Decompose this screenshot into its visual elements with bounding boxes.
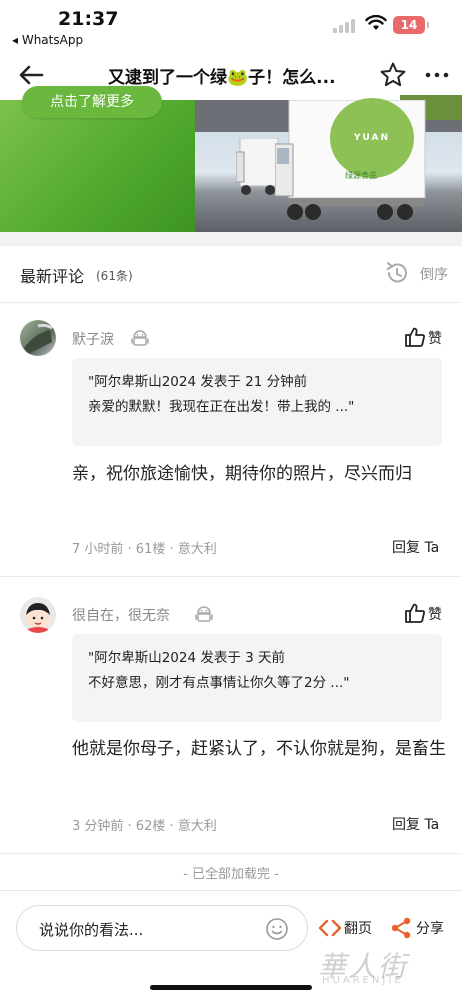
like-label: 赞 bbox=[428, 607, 442, 623]
quote-excerpt: 不好意思，刚才有点事情让你久等了2分 ..." bbox=[88, 675, 350, 691]
page-flip-icon bbox=[318, 919, 342, 937]
comment-input[interactable]: 说说你的看法... bbox=[16, 905, 308, 951]
avatar-photo bbox=[24, 323, 53, 354]
status-bar: 21:37 ◂ WhatsApp 14 bbox=[0, 0, 462, 50]
reply-button[interactable]: 回复 Ta bbox=[392, 537, 439, 557]
like-label: 赞 bbox=[428, 331, 442, 347]
quote-header: "阿尔卑斯山2024 发表于 21 分钟前 bbox=[88, 374, 308, 390]
brand-logo-text: YUAN bbox=[353, 133, 391, 143]
bottom-bar: 说说你的看法... 翻页 分享 華人街 HUARENJIE bbox=[0, 890, 462, 1000]
battery-indicator: 14 bbox=[393, 16, 429, 34]
comment-body: 亲，祝你旅途愉快，期待你的照片，尽兴而归 bbox=[72, 464, 412, 484]
thumbs-up-icon bbox=[405, 327, 425, 347]
avatar-cartoon bbox=[26, 603, 50, 633]
comments-title: 最新评论 bbox=[20, 267, 85, 286]
page-flip-button[interactable]: 翻页 bbox=[318, 917, 380, 941]
comment-input-placeholder: 说说你的看法... bbox=[39, 921, 144, 939]
share-button[interactable]: 分享 bbox=[390, 917, 452, 941]
brand-logo-sub: 绿源食品 bbox=[345, 171, 377, 180]
divider bbox=[0, 853, 462, 854]
sort-order-toggle[interactable]: 倒序 bbox=[420, 264, 448, 284]
thumbs-up-icon bbox=[405, 603, 425, 623]
reply-button[interactable]: 回复 Ta bbox=[392, 814, 439, 834]
share-icon bbox=[391, 917, 411, 939]
comments-header: 最新评论 (61条) 倒序 bbox=[0, 246, 462, 302]
star-icon[interactable] bbox=[378, 60, 408, 90]
sort-order-icon[interactable] bbox=[384, 260, 410, 286]
comments-count: (61条) bbox=[96, 269, 133, 283]
quote-header: "阿尔卑斯山2024 发表于 3 天前 bbox=[88, 650, 286, 666]
more-icon[interactable] bbox=[422, 60, 452, 90]
avatar[interactable] bbox=[20, 597, 56, 633]
signal-icon bbox=[333, 17, 357, 33]
comment-item: 默子淚 赞 "阿尔卑斯山2024 发表于 21 分钟前 亲爱的默默！我现在正在出… bbox=[0, 302, 462, 576]
truck-icon bbox=[236, 138, 279, 195]
like-button[interactable]: 赞 bbox=[404, 326, 448, 350]
comment-item: 很自在，很无奈 赞 "阿尔卑斯山2024 发表于 3 天前 不好意思，刚才有点事… bbox=[0, 577, 462, 853]
comment-meta: 3 分钟前 · 62楼 · 意大利 bbox=[72, 819, 217, 834]
comment-meta: 7 小时前 · 61楼 · 意大利 bbox=[72, 542, 217, 557]
page-title: 又逮到了一个绿🐸子！怎么... bbox=[108, 68, 336, 88]
like-button[interactable]: 赞 bbox=[404, 602, 448, 626]
all-loaded-note: - 已全部加载完 - bbox=[183, 867, 279, 882]
comment-body: 他就是你母子，赶紧认了，不认你就是狗，是畜生 bbox=[72, 739, 446, 759]
emoji-icon[interactable] bbox=[265, 917, 289, 941]
status-time: 21:37 bbox=[58, 8, 119, 30]
quote-excerpt: 亲爱的默默！我现在正在出发！带上我的 ..." bbox=[88, 399, 355, 415]
quoted-reply: "阿尔卑斯山2024 发表于 3 天前 不好意思，刚才有点事情让你久等了2分 .… bbox=[72, 634, 442, 722]
wifi-icon bbox=[365, 14, 387, 30]
avatar[interactable] bbox=[20, 320, 56, 356]
comment-username[interactable]: 很自在，很无奈 bbox=[72, 605, 170, 625]
back-to-app-link[interactable]: ◂ WhatsApp bbox=[12, 33, 83, 47]
comment-username[interactable]: 默子淚 bbox=[72, 329, 114, 349]
section-divider bbox=[0, 232, 462, 246]
learn-more-button[interactable]: 点击了解更多 bbox=[22, 86, 162, 118]
home-indicator[interactable] bbox=[150, 985, 312, 990]
share-label: 分享 bbox=[416, 921, 444, 937]
banner-green-panel bbox=[0, 100, 195, 232]
quoted-reply: "阿尔卑斯山2024 发表于 21 分钟前 亲爱的默默！我现在正在出发！带上我的… bbox=[72, 358, 442, 446]
android-icon bbox=[195, 606, 213, 622]
android-icon bbox=[131, 330, 149, 346]
site-watermark: 華人街 HUARENJIE bbox=[318, 945, 448, 991]
watermark-sub: HUARENJIE bbox=[322, 975, 404, 986]
page-flip-label: 翻页 bbox=[344, 921, 372, 937]
